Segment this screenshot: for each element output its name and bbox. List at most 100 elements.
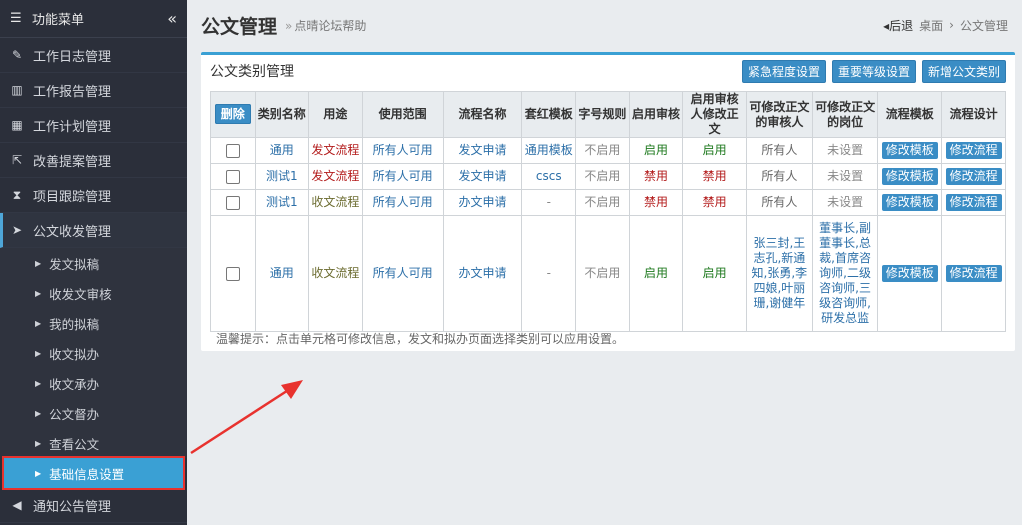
- template-cell[interactable]: -: [521, 189, 577, 216]
- column-header: 可修改正文的岗位: [811, 91, 879, 138]
- scope-cell[interactable]: 所有人可用: [361, 215, 444, 332]
- template-cell[interactable]: -: [521, 215, 577, 332]
- importance-settings-button[interactable]: 重要等级设置: [831, 59, 916, 83]
- edit-flow-button[interactable]: 修改流程: [945, 142, 1002, 159]
- collapse-sidebar-icon[interactable]: «: [167, 9, 177, 28]
- sidebar-subitem-undertake[interactable]: ▶ 收文承办: [0, 368, 187, 398]
- sidebar-item-work-plan[interactable]: ▦ 工作计划管理: [0, 108, 187, 143]
- column-header: 类别名称: [254, 91, 310, 138]
- editors-list: 张三封,王志孔,新通知,张勇,李四娘,叶丽珊,谢健年: [751, 236, 808, 310]
- sidebar-subitem-review[interactable]: ▶ 收发文审核: [0, 278, 187, 308]
- sidebar-subitem-view[interactable]: ▶ 查看公文: [0, 428, 187, 458]
- panel-title: 公文类别管理: [210, 64, 294, 80]
- caret-right-icon: ▶: [35, 318, 42, 328]
- edit-flow-button[interactable]: 修改流程: [945, 194, 1002, 211]
- flow-name-cell[interactable]: 办文申请: [442, 215, 523, 332]
- posts-cell[interactable]: 未设置: [811, 163, 879, 190]
- flow-name-cell[interactable]: 发文申请: [442, 163, 523, 190]
- edit-flow-button[interactable]: 修改流程: [945, 168, 1002, 185]
- flow-name-cell[interactable]: 办文申请: [442, 189, 523, 216]
- add-category-button[interactable]: 新增公文类别: [921, 59, 1006, 83]
- sidebar-subitem-supervise[interactable]: ▶ 公文督办: [0, 398, 187, 428]
- editors-cell[interactable]: 所有人: [745, 189, 813, 216]
- edit-cell[interactable]: 禁用: [682, 163, 747, 190]
- edit-template-button[interactable]: 修改模板: [881, 142, 938, 159]
- category-name-cell[interactable]: 测试1: [254, 189, 310, 216]
- menu-list-icon: ☰: [10, 11, 22, 26]
- edit-template-button[interactable]: 修改模板: [881, 168, 938, 185]
- sidebar-item-document-management[interactable]: ➤ 公文收发管理: [0, 213, 187, 248]
- number-rule-cell[interactable]: 不启用: [575, 215, 630, 332]
- caret-right-icon: ▶: [35, 288, 42, 298]
- edit-cell[interactable]: 禁用: [682, 189, 747, 216]
- edit-flow-button[interactable]: 修改流程: [945, 265, 1002, 282]
- scope-cell[interactable]: 所有人可用: [361, 163, 444, 190]
- edit-template-button[interactable]: 修改模板: [881, 194, 938, 211]
- table-header-row: 删除 类别名称 用途 使用范围 流程名称 套红模板 字号规则 启用审核 启用审核…: [210, 91, 1006, 138]
- edit-template-button[interactable]: 修改模板: [881, 265, 938, 282]
- help-link[interactable]: » 点晴论坛帮助: [285, 17, 366, 34]
- category-table: 删除 类别名称 用途 使用范围 流程名称 套红模板 字号规则 启用审核 启用审核…: [210, 91, 1006, 332]
- sidebar-item-improvement[interactable]: ⇱ 改善提案管理: [0, 143, 187, 178]
- row-checkbox[interactable]: [225, 143, 240, 158]
- category-name-cell[interactable]: 测试1: [254, 163, 310, 190]
- sidebar-subitem-basic-settings[interactable]: ▶ 基础信息设置: [2, 456, 185, 490]
- template-cell[interactable]: 通用模板: [521, 137, 577, 164]
- posts-cell[interactable]: 未设置: [811, 137, 879, 164]
- calendar-icon: ▦: [11, 118, 23, 132]
- column-header: 使用范围: [361, 91, 444, 138]
- sidebar-subitem-label: 收发文审核: [49, 286, 112, 302]
- sidebar-item-project-tracking[interactable]: ⧗ 项目跟踪管理: [0, 178, 187, 213]
- flow-action-cell: 修改流程: [941, 137, 1006, 164]
- megaphone-icon: ◀: [12, 498, 22, 512]
- urgency-settings-button[interactable]: 紧急程度设置: [741, 59, 826, 83]
- row-checkbox[interactable]: [225, 195, 240, 210]
- delete-button[interactable]: 删除: [214, 104, 251, 124]
- table-row: 测试1 收文流程 所有人可用 办文申请 - 不启用 禁用 禁用 所有人 未设置 …: [210, 189, 1006, 216]
- column-header: 用途: [308, 91, 363, 138]
- number-rule-cell[interactable]: 不启用: [575, 189, 630, 216]
- category-name-cell[interactable]: 通用: [254, 215, 310, 332]
- breadcrumb-desktop[interactable]: 桌面: [919, 17, 943, 34]
- sidebar-item-work-report[interactable]: ▥ 工作报告管理: [0, 73, 187, 108]
- usage-cell[interactable]: 收文流程: [308, 189, 363, 216]
- panel-header: 公文类别管理 紧急程度设置 重要等级设置 新增公文类别: [201, 55, 1015, 87]
- usage-cell[interactable]: 收文流程: [308, 215, 363, 332]
- sidebar-subitem-label: 查看公文: [49, 436, 100, 452]
- table-row: 通用 收文流程 所有人可用 办文申请 - 不启用 启用 启用 张三封,王志孔,新…: [210, 215, 1006, 332]
- audit-cell[interactable]: 禁用: [628, 189, 684, 216]
- back-button[interactable]: ◂后退: [883, 17, 913, 34]
- number-rule-cell[interactable]: 不启用: [575, 163, 630, 190]
- editors-cell[interactable]: 所有人: [745, 163, 813, 190]
- sidebar-item-work-log[interactable]: ✎ 工作日志管理: [0, 38, 187, 73]
- category-panel: 公文类别管理 紧急程度设置 重要等级设置 新增公文类别 删除 类别名称 用途 使…: [201, 52, 1015, 351]
- row-checkbox[interactable]: [225, 266, 240, 281]
- usage-cell[interactable]: 发文流程: [308, 137, 363, 164]
- audit-cell[interactable]: 启用: [628, 137, 684, 164]
- edit-cell[interactable]: 启用: [682, 137, 747, 164]
- scope-cell[interactable]: 所有人可用: [361, 189, 444, 216]
- number-rule-cell[interactable]: 不启用: [575, 137, 630, 164]
- column-delete: 删除: [210, 91, 256, 138]
- column-header: 流程设计: [941, 91, 1006, 138]
- scope-cell[interactable]: 所有人可用: [361, 137, 444, 164]
- category-name-cell[interactable]: 通用: [254, 137, 310, 164]
- posts-cell[interactable]: 董事长,副董事长,总裁,首席咨询师,二级咨询师,三级咨询师,研发总监: [811, 215, 879, 332]
- editors-cell[interactable]: 张三封,王志孔,新通知,张勇,李四娘,叶丽珊,谢健年: [745, 215, 813, 332]
- audit-cell[interactable]: 禁用: [628, 163, 684, 190]
- template-cell[interactable]: cscs: [521, 163, 577, 190]
- row-checkbox[interactable]: [225, 169, 240, 184]
- sidebar-item-notice[interactable]: ◀ 通知公告管理: [0, 488, 187, 523]
- posts-cell[interactable]: 未设置: [811, 189, 879, 216]
- row-checkbox-cell: [210, 189, 256, 216]
- sidebar-subitem-draft[interactable]: ▶ 发文拟稿: [0, 248, 187, 278]
- audit-cell[interactable]: 启用: [628, 215, 684, 332]
- edit-cell[interactable]: 启用: [682, 215, 747, 332]
- editors-cell[interactable]: 所有人: [745, 137, 813, 164]
- sidebar-subitem-proposal[interactable]: ▶ 收文拟办: [0, 338, 187, 368]
- column-header-label: 可修改正文的审核人: [749, 99, 810, 129]
- flow-name-cell[interactable]: 发文申请: [442, 137, 523, 164]
- sidebar-subitem-my-drafts[interactable]: ▶ 我的拟稿: [0, 308, 187, 338]
- usage-cell[interactable]: 发文流程: [308, 163, 363, 190]
- column-header: 可修改正文的审核人: [745, 91, 813, 138]
